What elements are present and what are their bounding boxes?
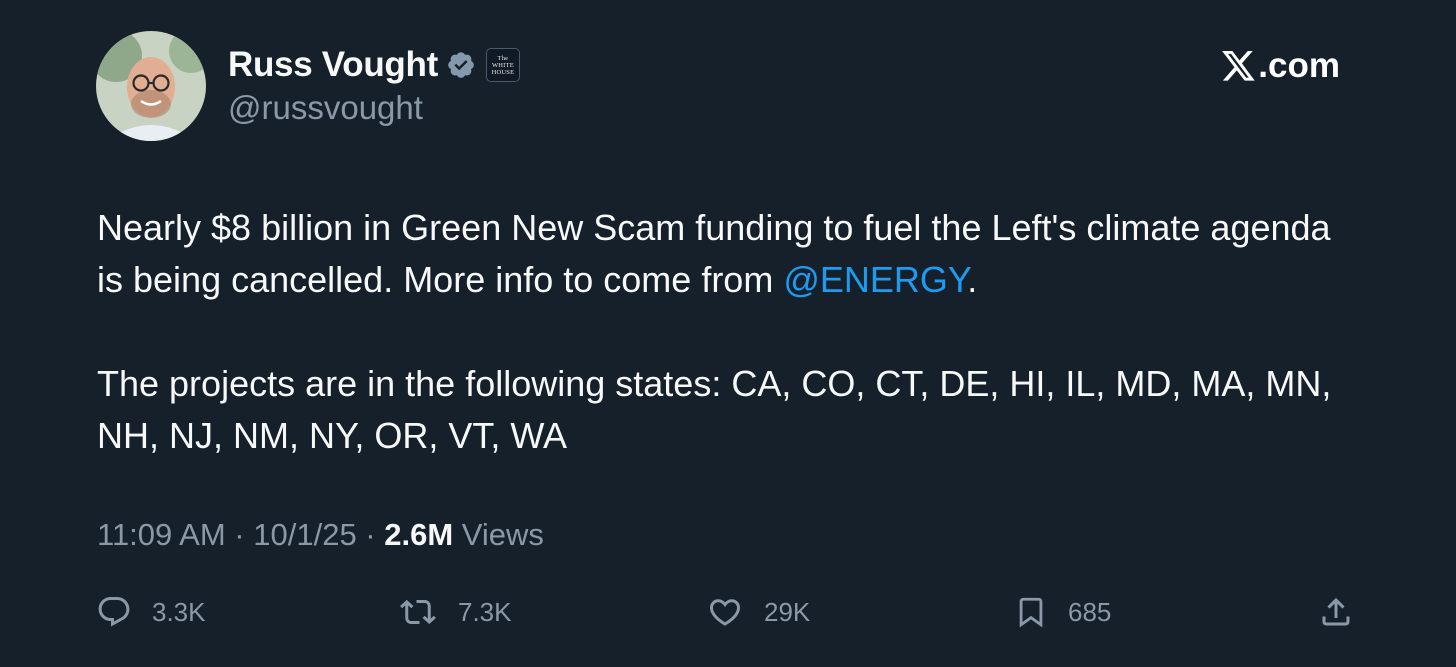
tweet-paragraph-2: The projects are in the following states… bbox=[97, 363, 1332, 456]
meta-separator: · bbox=[356, 517, 385, 552]
x-com-label: .com bbox=[1258, 46, 1340, 85]
author-handle[interactable]: @russvought bbox=[228, 89, 423, 127]
bookmark-count: 685 bbox=[1068, 596, 1112, 627]
author-display-name[interactable]: Russ Vought bbox=[228, 45, 438, 85]
tweet-text-part: . bbox=[967, 259, 978, 300]
tweet-text: Nearly $8 billion in Green New Scam fund… bbox=[97, 202, 1357, 462]
reply-button[interactable]: 3.3K bbox=[96, 590, 206, 634]
like-button[interactable]: 29K bbox=[706, 590, 810, 634]
tweet-time[interactable]: 11:09 AM bbox=[97, 517, 226, 552]
profile-photo bbox=[96, 31, 206, 141]
tweet-paragraph-1: Nearly $8 billion in Green New Scam fund… bbox=[97, 202, 1357, 306]
affiliation-badge[interactable]: The WHITE HOUSE bbox=[485, 48, 520, 82]
action-bar: 3.3K 7.3K 29K 685 bbox=[0, 590, 1456, 634]
reply-icon bbox=[98, 597, 130, 627]
views-label: Views bbox=[453, 517, 544, 552]
meta-separator: · bbox=[225, 517, 254, 552]
repost-button[interactable]: 7.3K bbox=[398, 590, 512, 634]
tweet-date[interactable]: 10/1/25 bbox=[253, 517, 356, 552]
reply-count: 3.3K bbox=[152, 596, 206, 627]
bookmark-button[interactable]: 685 bbox=[1014, 590, 1111, 634]
verified-badge-icon[interactable] bbox=[446, 50, 476, 80]
x-logo-icon bbox=[1222, 50, 1255, 81]
tweet-meta: 11:09 AM · 10/1/25 · 2.6M Views bbox=[97, 517, 544, 553]
affiliation-label: The WHITE HOUSE bbox=[491, 54, 515, 76]
share-icon bbox=[1322, 597, 1350, 626]
bookmark-icon bbox=[1019, 597, 1043, 628]
author-name-row: Russ Vought The WHITE HOUSE bbox=[228, 43, 520, 87]
repost-icon bbox=[400, 599, 436, 625]
tweet-text-part: Nearly $8 billion in Green New Scam fund… bbox=[97, 207, 1331, 300]
avatar[interactable] bbox=[96, 31, 206, 141]
x-com-logo: .com bbox=[1222, 46, 1340, 86]
share-button[interactable] bbox=[1318, 590, 1354, 634]
repost-count: 7.3K bbox=[458, 596, 512, 627]
views-count: 2.6M bbox=[384, 517, 454, 552]
heart-icon bbox=[709, 599, 741, 626]
mention-link-energy[interactable]: @ENERGY bbox=[783, 259, 967, 300]
like-count: 29K bbox=[764, 596, 811, 627]
